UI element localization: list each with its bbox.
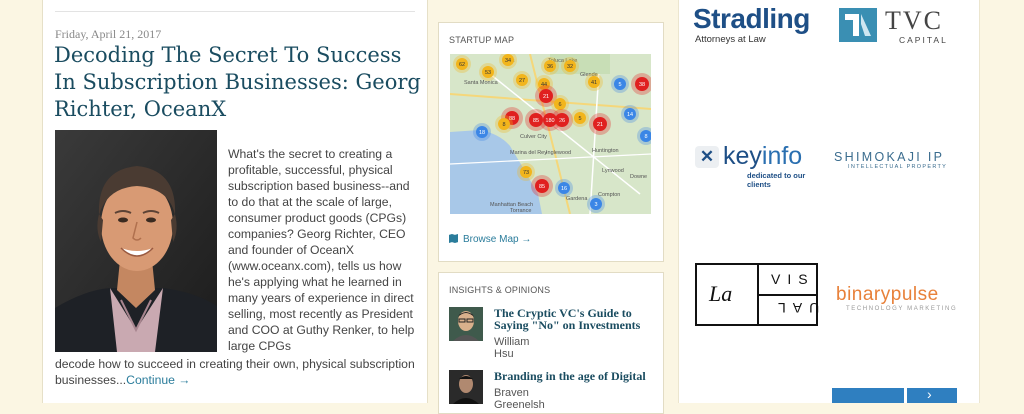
map-place-label: Inglewood: [546, 150, 571, 156]
map-place-label: Marina del Rey: [510, 150, 547, 156]
map-cluster-count: 18: [479, 130, 485, 136]
keyinfo-icon: ✕: [695, 146, 719, 168]
map-cluster-count: 8: [644, 134, 647, 140]
article-excerpt-continued: decode how to succeed in creating their …: [55, 356, 425, 388]
startup-map[interactable]: NuysToluca LakeGlendeSanta MonicaCulver …: [450, 54, 651, 214]
shimokaji-tagline: INTELLECTUAL PROPERTY: [848, 164, 948, 170]
tvc-capital-logo[interactable]: TVC CAPITAL: [839, 6, 964, 46]
map-canvas: NuysToluca LakeGlendeSanta MonicaCulver …: [450, 54, 651, 214]
sponsors-column: Stradling Attorneys at Law TVC CAPITAL ✕…: [678, 0, 980, 403]
startup-map-heading: STARTUP MAP: [449, 35, 515, 45]
map-cluster-count: 85: [539, 184, 545, 190]
sponsor-logo-partial[interactable]: [832, 388, 904, 403]
binarypulse-tagline: TECHNOLOGY MARKETING: [846, 306, 958, 312]
map-place-label: Huntington: [592, 148, 619, 154]
insights-widget: INSIGHTS & OPINIONS The Cryptic VC's Gui…: [438, 272, 664, 414]
map-place-label: Santa Monica: [464, 80, 499, 86]
insight-author: William Hsu: [494, 336, 530, 360]
article-column: Friday, April 21, 2017 Decoding The Secr…: [42, 0, 428, 403]
map-cluster-count: 5: [618, 82, 621, 88]
map-cluster-count: 14: [627, 112, 633, 118]
divider: [55, 11, 415, 12]
article-date: Friday, April 21, 2017: [55, 27, 162, 41]
author-avatar[interactable]: [449, 370, 483, 404]
keyinfo-key: key: [723, 142, 762, 170]
binarypulse-logo[interactable]: binarypulse TECHNOLOGY MARKETING: [836, 284, 966, 318]
article-title[interactable]: Decoding The Secret To Success In Subscr…: [54, 42, 424, 123]
map-cluster-count: 6: [558, 102, 561, 108]
map-cluster-count: 62: [459, 62, 465, 68]
map-place-label: Lynwood: [602, 168, 624, 174]
tvc-capital-label: CAPITAL: [899, 35, 948, 45]
map-icon: [449, 234, 458, 243]
map-cluster-count: 32: [567, 64, 573, 70]
map-cluster-count: 85: [533, 118, 539, 124]
binarypulse-name: binarypulse: [836, 284, 939, 305]
keyinfo-wordmark: keyinfo: [723, 142, 802, 170]
insights-heading: INSIGHTS & OPINIONS: [449, 285, 551, 295]
article-photo[interactable]: [55, 130, 217, 352]
avatar-image: [449, 370, 483, 404]
keyinfo-info: info: [761, 142, 803, 170]
map-cluster-count: 5: [578, 116, 581, 122]
map-place-label: Downe: [630, 174, 647, 180]
tvc-name: TVC: [885, 6, 943, 35]
middle-column: STARTUP MAP NuysToluca LakeGlendeSanta M…: [438, 0, 675, 414]
portrait-image: [55, 130, 217, 352]
la-visual-logo[interactable]: La VIS UAL: [695, 263, 820, 326]
browse-map-link[interactable]: Browse Map →: [449, 234, 531, 245]
la-visual-la: La: [709, 281, 733, 306]
map-cluster-count: 38: [639, 82, 645, 88]
map-place-label: Gardena: [566, 196, 588, 202]
article-excerpt: What's the secret to creating a profitab…: [228, 147, 415, 353]
map-cluster-count: 53: [485, 70, 491, 76]
map-place-label: Torrance: [510, 208, 531, 214]
continue-link[interactable]: Continue →: [126, 373, 190, 387]
shimokaji-name: SHIMOKAJI IP: [834, 150, 945, 164]
map-cluster-count: 3: [594, 202, 597, 208]
startup-map-widget: STARTUP MAP NuysToluca LakeGlendeSanta M…: [438, 22, 664, 262]
keyinfo-logo[interactable]: ✕ keyinfo dedicated to our clients: [695, 142, 820, 189]
browse-map-label: Browse Map →: [463, 234, 532, 245]
map-place-label: Culver City: [520, 134, 547, 140]
map-cluster-count: 73: [523, 170, 529, 176]
stradling-tagline: Attorneys at Law: [695, 34, 766, 45]
map-cluster-count: 41: [591, 80, 597, 86]
author-avatar[interactable]: [449, 307, 483, 341]
keyinfo-tagline: dedicated to our clients: [747, 171, 806, 189]
map-cluster-count: 16: [561, 186, 567, 192]
map-cluster-count: 8: [502, 122, 505, 128]
logo-divider: [759, 294, 816, 296]
map-cluster-count: 27: [519, 78, 525, 84]
map-cluster-count: 21: [597, 122, 603, 128]
insight-author: Braven Greenelsh: [494, 387, 545, 411]
tvc-icon: [839, 8, 877, 42]
map-cluster-count: 36: [547, 64, 553, 70]
stradling-logo[interactable]: Stradling Attorneys at Law: [693, 4, 823, 48]
shimokaji-logo[interactable]: SHIMOKAJI IP INTELLECTUAL PROPERTY: [834, 150, 964, 180]
chevron-right-icon: ›: [927, 386, 932, 402]
insight-title[interactable]: Branding in the age of Digital: [494, 370, 654, 382]
map-cluster-count: 21: [543, 94, 549, 100]
avatar-image: [449, 307, 483, 341]
map-cluster-count: 34: [505, 58, 511, 64]
insight-title[interactable]: The Cryptic VC's Guide to Saying "No" on…: [494, 307, 654, 331]
sponsor-logo-partial[interactable]: ›: [907, 386, 957, 403]
article-excerpt-end: decode how to succeed in creating their …: [55, 357, 415, 387]
la-visual-vis: VIS: [771, 271, 815, 287]
la-visual-ual: UAL: [771, 300, 820, 316]
stradling-name: Stradling: [693, 3, 810, 34]
